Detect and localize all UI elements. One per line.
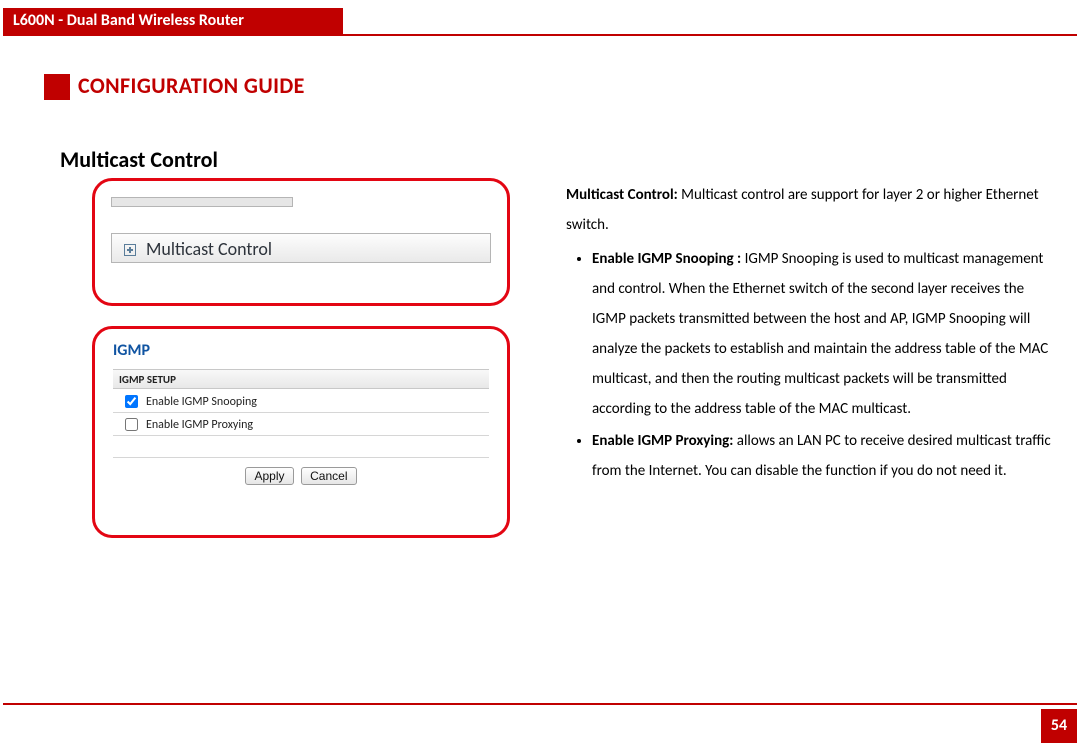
cancel-button[interactable]: Cancel <box>301 467 356 485</box>
option-label-proxying: Enable IGMP Proxying <box>146 418 253 432</box>
option-row-proxying: Enable IGMP Proxying <box>113 414 489 436</box>
doc-title: CONFIGURATION GUIDE <box>78 72 305 99</box>
item-strong: Enable IGMP Proxying: <box>592 432 733 450</box>
igmp-panel-title: IGMP <box>113 341 150 360</box>
item-strong: Enable IGMP Snooping : <box>592 250 741 268</box>
igmp-setup-header: IGMP SETUP <box>113 369 489 389</box>
option-label-snooping: Enable IGMP Snooping <box>146 395 257 409</box>
item-text: IGMP Snooping is used to multicast manag… <box>592 250 1048 418</box>
description-list: Enable IGMP Snooping : IGMP Snooping is … <box>566 244 1056 486</box>
title-red-square <box>44 74 70 100</box>
callout-igmp-panel: IGMP IGMP SETUP Enable IGMP Snooping Ena… <box>92 326 510 538</box>
expand-icon <box>124 244 136 256</box>
callout-nav-item: Multicast Control <box>92 178 510 306</box>
page-number: 54 <box>1041 709 1077 743</box>
nav-item-label: Multicast Control <box>146 238 272 260</box>
top-rule <box>3 34 1077 36</box>
checkbox-igmp-proxying[interactable] <box>125 418 138 431</box>
section-heading: Multicast Control <box>60 146 218 173</box>
lead-strong: Multicast Control: <box>566 186 678 204</box>
bottom-rule <box>3 703 1077 705</box>
description-item: Enable IGMP Proxying: allows an LAN PC t… <box>592 426 1056 486</box>
nav-item-multicast-control[interactable]: Multicast Control <box>111 233 491 263</box>
description-block: Multicast Control: Multicast control are… <box>566 180 1056 488</box>
checkbox-igmp-snooping[interactable] <box>125 395 138 408</box>
description-item: Enable IGMP Snooping : IGMP Snooping is … <box>592 244 1056 424</box>
option-row-snooping: Enable IGMP Snooping <box>113 391 489 413</box>
decorative-gray-bar <box>111 197 293 207</box>
product-title-banner: L600N - Dual Band Wireless Router <box>3 8 343 34</box>
description-lead: Multicast Control: Multicast control are… <box>566 180 1056 240</box>
button-row: Apply Cancel <box>113 457 489 485</box>
product-title-text: L600N - Dual Band Wireless Router <box>13 11 244 30</box>
apply-button[interactable]: Apply <box>245 467 293 485</box>
